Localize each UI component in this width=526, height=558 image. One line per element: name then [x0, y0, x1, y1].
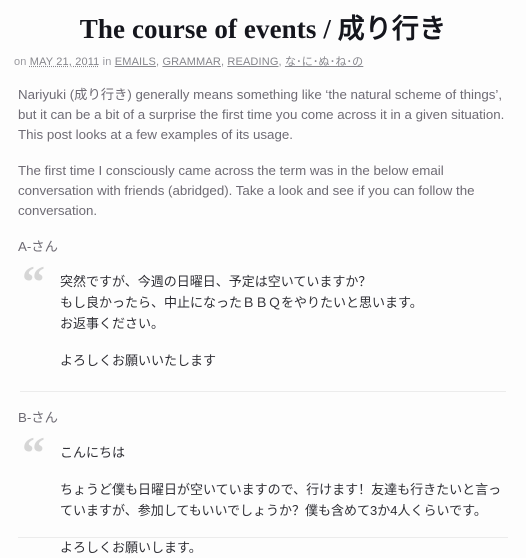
post-meta: on MAY 21, 2011 in EMAILS, GRAMMAR, READ…	[10, 50, 516, 69]
double-quote-icon: “	[22, 256, 45, 307]
page-title: The course of events / 成り行き	[79, 14, 447, 44]
quote-a-line-1: 突然ですが、今週の日曜日、予定は空いていますか？ もし良かったら、中止になったＢ…	[60, 274, 423, 331]
blockquote-b: “ こんにちは ちょうど僕も日曜日が空いていますので、行けます！友達も行きたいと…	[12, 428, 514, 558]
quote-a-line-2: よろしくお願いいたします	[60, 353, 217, 368]
category-link-grammar[interactable]: GRAMMAR	[162, 56, 221, 68]
meta-middle: in	[102, 56, 112, 68]
category-link-reading[interactable]: READING	[227, 56, 278, 68]
category-link-na-ni-nu-ne-no[interactable]: な･に･ぬ･ね･の	[285, 56, 363, 68]
quote-b-line-2: ちょうど僕も日曜日が空いていますので、行けます！友達も行きたいと言っていますが、…	[60, 482, 502, 518]
meta-middle-wrap: in	[99, 56, 114, 68]
post-date[interactable]: MAY 21, 2011	[30, 56, 100, 68]
speaker-label-a: A-さん	[18, 239, 58, 254]
post-body: Nariyuki (成り行き) generally means somethin…	[10, 69, 516, 558]
quote-b-line-1: こんにちは	[60, 445, 126, 460]
intro-paragraph-1: Nariyuki (成り行き) generally means somethin…	[18, 87, 505, 142]
meta-prefix: on	[14, 56, 27, 68]
article-page: The course of events / 成り行き on MAY 21, 2…	[0, 0, 526, 555]
speaker-label-b: B-さん	[18, 410, 58, 425]
category-link-emails[interactable]: EMAILS	[115, 56, 156, 68]
quote-b-line-3: よろしくお願いします。	[60, 540, 202, 555]
intro-paragraph-2: The first time I consciously came across…	[18, 163, 475, 218]
blockquote-a: “ 突然ですが、今週の日曜日、予定は空いていますか？ もし良かったら、中止になっ…	[12, 257, 514, 371]
double-quote-icon: “	[22, 427, 45, 478]
bottom-divider	[18, 537, 508, 538]
